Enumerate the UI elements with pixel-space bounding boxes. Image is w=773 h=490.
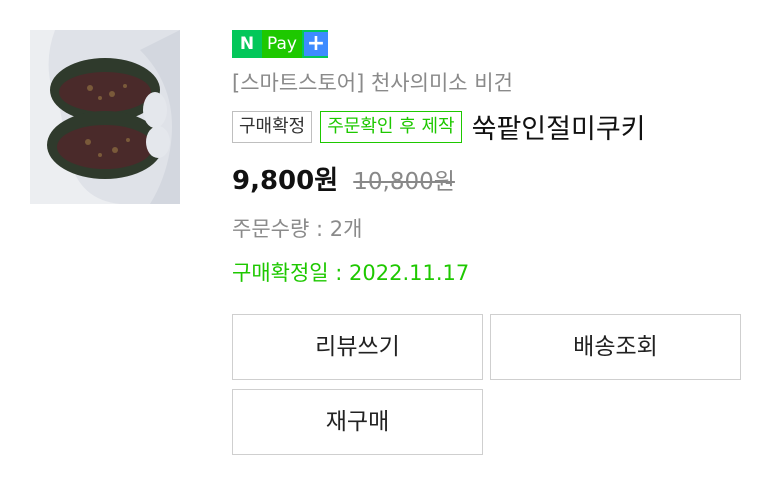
badge-row: 구매확정 주문확인 후 제작 쑥팥인절미쿠키	[232, 107, 646, 146]
reorder-button[interactable]: 재구매	[232, 389, 483, 455]
npay-pay-label: Pay	[262, 30, 302, 58]
npay-plus-icon: +	[304, 32, 328, 56]
sale-price: 9,800원	[232, 166, 339, 196]
product-image	[30, 30, 180, 204]
npay-n-logo: N	[232, 30, 262, 58]
made-to-order-badge: 주문확인 후 제작	[320, 110, 462, 143]
write-review-button[interactable]: 리뷰쓰기	[232, 314, 483, 380]
product-thumbnail[interactable]	[30, 30, 180, 204]
store-name[interactable]: [스마트스토어] 천사의미소 비건	[232, 67, 513, 97]
purchase-confirm-date: 구매확정일 : 2022.11.17	[232, 261, 470, 285]
original-price: 10,800원	[353, 169, 455, 195]
price-row: 9,800원 10,800원	[232, 160, 455, 197]
order-quantity: 주문수량 : 2개	[232, 217, 363, 241]
purchase-confirmed-badge: 구매확정	[232, 110, 313, 143]
track-delivery-button[interactable]: 배송조회	[490, 314, 741, 380]
product-title[interactable]: 쑥팥인절미쿠키	[472, 107, 646, 146]
naver-pay-badge: N Pay +	[232, 30, 328, 58]
